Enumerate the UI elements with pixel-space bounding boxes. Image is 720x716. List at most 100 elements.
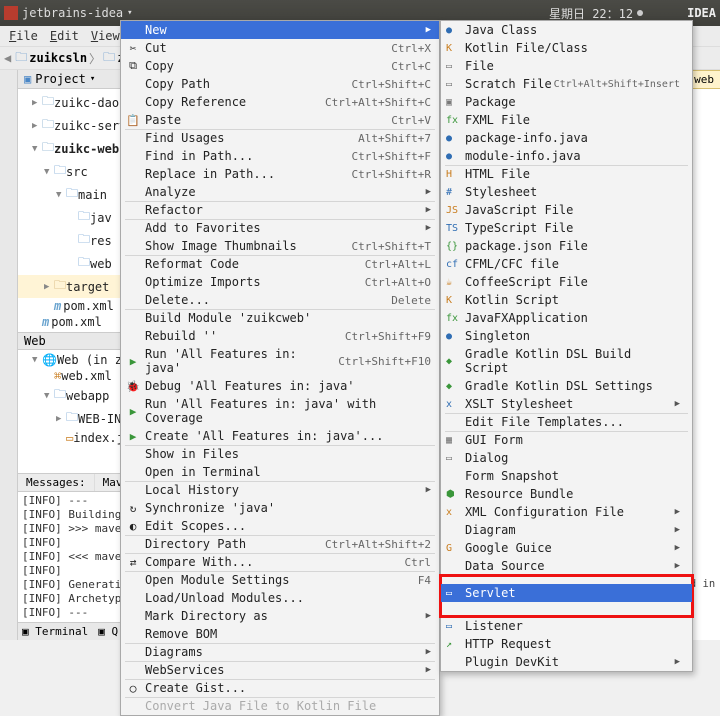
menu-item[interactable]: Copy ReferenceCtrl+Alt+Shift+C [121, 93, 439, 111]
title-dropdown-icon[interactable]: ▾ [127, 8, 132, 18]
menu-item[interactable]: ◯Create Gist... [121, 679, 439, 697]
q-tab[interactable]: ▣ Q [98, 625, 118, 638]
menu-item[interactable]: ▭File [441, 57, 692, 75]
menu-item[interactable]: Copy PathCtrl+Shift+C [121, 75, 439, 93]
project-panel-title: Project [35, 72, 86, 86]
menu-item[interactable]: TSTypeScript File [441, 219, 692, 237]
submenu-arrow-icon: ▶ [426, 205, 431, 215]
menu-item[interactable]: ◆Gradle Kotlin DSL Build Script [441, 345, 692, 377]
menu-item[interactable]: ▶Run 'All Features in: java'Ctrl+Shift+F… [121, 345, 439, 377]
menu-item[interactable]: Remove BOM [121, 625, 439, 643]
menu-item[interactable]: Find in Path...Ctrl+Shift+F [121, 147, 439, 165]
menu-item[interactable]: ●package-info.java [441, 129, 692, 147]
menu-item[interactable]: xXML Configuration File▶ [441, 503, 692, 521]
menu-item-label: Reformat Code [145, 257, 239, 271]
menu-item[interactable]: Optimize ImportsCtrl+Alt+O [121, 273, 439, 291]
file-icon: ● [446, 133, 452, 144]
new-submenu[interactable]: ●Java ClassKKotlin File/Class▭File▭Scrat… [440, 20, 693, 672]
menu-item[interactable]: KKotlin File/Class [441, 39, 692, 57]
menu-shortcut: Ctrl+Alt+L [365, 258, 431, 271]
menu-item[interactable]: JSJavaScript File [441, 201, 692, 219]
menu-item[interactable]: Open in Terminal [121, 463, 439, 481]
menu-item-label: Servlet [465, 586, 516, 600]
menu-item[interactable]: Form Snapshot [441, 467, 692, 485]
menu-item[interactable]: ◐Edit Scopes... [121, 517, 439, 535]
menu-item[interactable]: WebServices▶ [121, 661, 439, 679]
menu-item[interactable]: KKotlin Script [441, 291, 692, 309]
menu-item[interactable]: Delete...Delete [121, 291, 439, 309]
menu-file[interactable]: File [4, 28, 43, 44]
menu-item[interactable]: Replace in Path...Ctrl+Shift+R [121, 165, 439, 183]
menu-item[interactable]: ▭Scratch FileCtrl+Alt+Shift+Insert [441, 75, 692, 93]
menu-item[interactable]: Mark Directory as▶ [121, 607, 439, 625]
menu-item[interactable]: New▶ [121, 21, 439, 39]
menu-item[interactable]: ▭Dialog [441, 449, 692, 467]
breadcrumb-1[interactable]: zuikcsln [29, 51, 87, 65]
menu-view[interactable]: View [86, 28, 125, 44]
menu-item[interactable]: ⧉CopyCtrl+C [121, 57, 439, 75]
menu-item-label: Diagrams [145, 645, 203, 659]
menu-item[interactable]: xXSLT Stylesheet▶ [441, 395, 692, 413]
menu-item[interactable]: ●Singleton [441, 327, 692, 345]
menu-item[interactable]: ●Java Class [441, 21, 692, 39]
menu-item[interactable]: ⬢Resource Bundle [441, 485, 692, 503]
context-menu[interactable]: New▶✂CutCtrl+X⧉CopyCtrl+CCopy PathCtrl+S… [120, 20, 440, 716]
menu-item-label: Create Gist... [145, 681, 246, 695]
menu-item[interactable]: ▶Create 'All Features in: java'... [121, 427, 439, 445]
menu-item[interactable]: ↻Synchronize 'java' [121, 499, 439, 517]
file-icon: H [446, 169, 452, 180]
menu-item-servlet[interactable]: ▭Servlet [441, 584, 692, 602]
menu-item[interactable]: Load/Unload Modules... [121, 589, 439, 607]
menu-item[interactable]: ↗HTTP Request [441, 635, 692, 653]
menu-item[interactable]: #Stylesheet [441, 183, 692, 201]
menu-item[interactable]: ▦GUI Form [441, 431, 692, 449]
menu-item-icon: ▶ [125, 405, 141, 418]
menu-item[interactable]: ▣Package [441, 93, 692, 111]
menu-shortcut: Ctrl+Shift+F [352, 150, 431, 163]
menu-item[interactable]: Plugin DevKit▶ [441, 653, 692, 671]
menu-item[interactable]: ◆Gradle Kotlin DSL Settings [441, 377, 692, 395]
chevron-down-icon[interactable]: ▾ [90, 74, 95, 84]
terminal-tab[interactable]: ▣ Terminal [22, 625, 88, 638]
menu-item[interactable]: ▶Run 'All Features in: java' with Covera… [121, 395, 439, 427]
menu-item[interactable]: Show Image ThumbnailsCtrl+Shift+T [121, 237, 439, 255]
app-icon [4, 6, 18, 20]
menu-item[interactable]: Add to Favorites▶ [121, 219, 439, 237]
menu-item[interactable]: Directory PathCtrl+Alt+Shift+2 [121, 535, 439, 553]
menu-item[interactable]: HHTML File [441, 165, 692, 183]
menu-item[interactable]: 📋PasteCtrl+V [121, 111, 439, 129]
menu-item[interactable]: Reformat Code Ctrl+Alt+L [121, 255, 439, 273]
menu-item[interactable]: Edit File Templates... [441, 413, 692, 431]
menu-item[interactable]: Build Module 'zuikcweb' [121, 309, 439, 327]
menu-item[interactable]: Diagrams▶ [121, 643, 439, 661]
file-icon: fx [446, 313, 458, 324]
menu-item-label: Resource Bundle [465, 487, 573, 501]
menu-item[interactable]: Rebuild ''Ctrl+Shift+F9 [121, 327, 439, 345]
menu-edit[interactable]: Edit [45, 28, 84, 44]
menu-item[interactable]: fxJavaFXApplication [441, 309, 692, 327]
menu-item[interactable]: Find UsagesAlt+Shift+7 [121, 129, 439, 147]
menu-item[interactable]: ☕CoffeeScript File [441, 273, 692, 291]
menu-item[interactable]: GGoogle Guice▶ [441, 539, 692, 557]
menu-item[interactable]: 🐞Debug 'All Features in: java' [121, 377, 439, 395]
menu-item[interactable]: ▭Listener [441, 617, 692, 635]
menu-item[interactable]: ⇄Compare With...Ctrl [121, 553, 439, 571]
menu-item[interactable]: Data Source▶ [441, 557, 692, 575]
menu-shortcut: Ctrl+Shift+C [352, 78, 431, 91]
menu-item[interactable]: Refactor▶ [121, 201, 439, 219]
menu-item[interactable]: Convert Java File to Kotlin File [121, 697, 439, 715]
menu-item[interactable]: {}package.json File [441, 237, 692, 255]
submenu-arrow-icon: ▶ [675, 543, 680, 553]
menu-item[interactable]: Local History▶ [121, 481, 439, 499]
menu-item[interactable]: Diagram▶ [441, 521, 692, 539]
menu-item[interactable]: cfCFML/CFC file [441, 255, 692, 273]
menu-item-label: HTTP Request [465, 637, 552, 651]
nav-back-icon[interactable]: ◀ [4, 51, 11, 65]
menu-item[interactable]: ✂CutCtrl+X [121, 39, 439, 57]
menu-item[interactable]: Open Module SettingsF4 [121, 571, 439, 589]
menu-item[interactable]: Show in Files [121, 445, 439, 463]
menu-item[interactable]: fxFXML File [441, 111, 692, 129]
menu-item[interactable]: Analyze▶ [121, 183, 439, 201]
menu-item-label: Build Module 'zuikcweb' [145, 311, 311, 325]
menu-item[interactable]: ●module-info.java [441, 147, 692, 165]
